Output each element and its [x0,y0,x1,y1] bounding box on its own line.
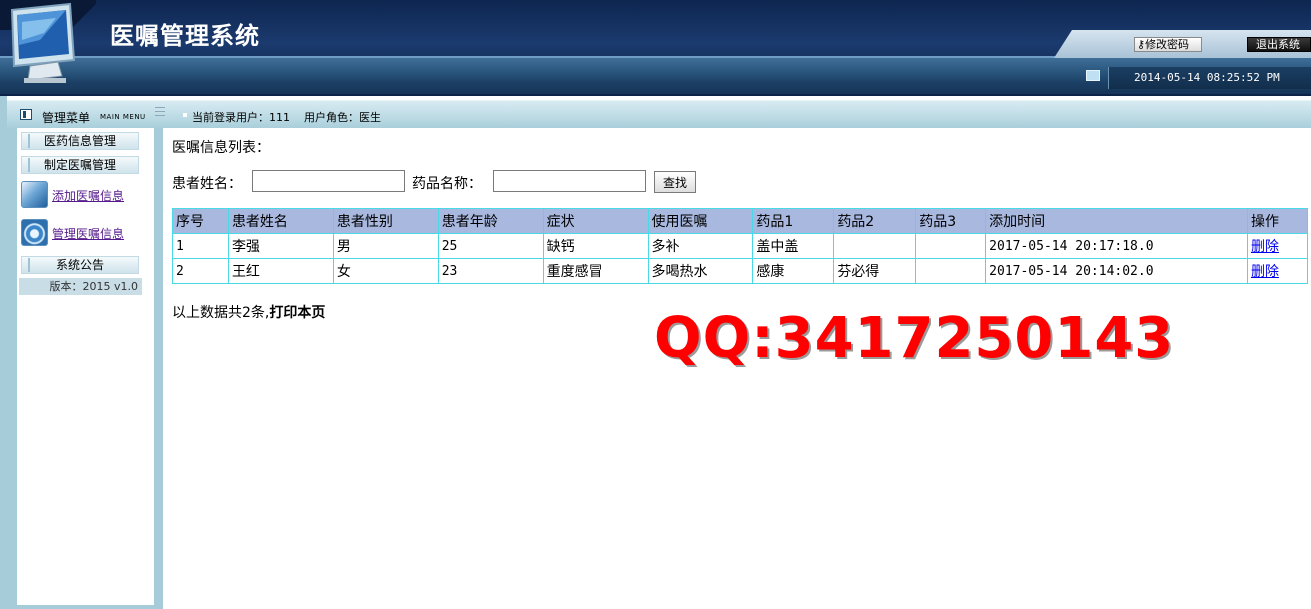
table-cell: 王红 [227,258,334,284]
page-title: 医嘱信息列表： [172,140,270,156]
delete-link[interactable]: 删除 [1251,239,1279,255]
delete-link[interactable]: 删除 [1251,264,1279,280]
table-cell: 李强 [227,233,334,259]
column-header: 药品3 [915,208,987,234]
table-cell: 删除 [1246,233,1309,259]
patient-name-label: 患者姓名： [172,176,242,192]
version-label: 版本：2015 v1.0 [19,278,142,295]
column-header: 序号 [172,208,229,234]
drug-name-input[interactable] [493,170,646,192]
monitor-icon [1086,70,1100,81]
bullet-icon [183,113,187,117]
sidebar-item-add-order[interactable]: 添加医嘱信息 [21,180,151,210]
record-count: 以上数据共2条,打印本页 [172,302,325,322]
change-password-label: 修改密码 [1145,38,1190,51]
sidebar-item-label[interactable]: 管理医嘱信息 [52,225,124,242]
record-count-text: 以上数据共2条, [172,305,270,321]
menu-toggle-grip-icon[interactable] [155,107,165,119]
table-row: 2 王红 女 23 重度感冒 多喝热水 感康 芬必得 2017-05-14 20… [172,258,1309,284]
column-header: 患者性别 [332,208,439,234]
user-info: 当前登录用户：111 用户角色：医生 [192,109,395,125]
sidebar-group-drug-info[interactable]: 医药信息管理 [21,132,139,150]
column-header: 药品2 [833,208,917,234]
sidebar-group-announcement[interactable]: 系统公告 [21,256,139,274]
main-content: 医嘱信息列表： 患者姓名： 药品名称： 查找 序号 患者姓名 患者性别 患者年龄… [164,128,1311,609]
table-cell: 多喝热水 [647,258,754,284]
table-cell: 1 [172,233,229,259]
watermark-text: QQ:3417250143 [654,306,1175,371]
table-cell: 重度感冒 [542,258,649,284]
key-icon: ⚷ [1137,38,1146,51]
column-header: 药品1 [752,208,835,234]
sidebar: 医药信息管理 制定医嘱管理 添加医嘱信息 管理医嘱信息 系统公告 版本：2015… [7,128,163,609]
column-header: 患者年龄 [437,208,544,234]
add-document-icon [21,181,48,208]
logout-button[interactable]: 退出系统 [1247,37,1311,52]
table-cell: 多补 [647,233,754,259]
patient-name-input[interactable] [252,170,405,192]
column-header: 症状 [542,208,649,234]
table-cell: 女 [332,258,439,284]
menu-panel-icon [20,109,32,120]
monitor-logo-icon [0,0,96,83]
current-user: 当前登录用户：111 [192,111,290,124]
order-table: 序号 患者姓名 患者性别 患者年龄 症状 使用医嘱 药品1 药品2 药品3 添加… [172,208,1309,284]
datetime-display: 2014-05-14 08:25:52 PM [1108,67,1311,89]
column-header: 操作 [1246,208,1309,234]
table-header-row: 序号 患者姓名 患者性别 患者年龄 症状 使用医嘱 药品1 药品2 药品3 添加… [172,208,1309,234]
change-password-button[interactable]: ⚷修改密码 [1134,37,1202,52]
sidebar-group-order-manage[interactable]: 制定医嘱管理 [21,156,139,174]
table-cell: 23 [437,258,544,284]
table-cell: 盖中盖 [752,233,835,259]
user-role: 用户角色：医生 [304,111,381,124]
table-cell [915,258,987,284]
table-cell [915,233,987,259]
app-title: 医嘱管理系统 [110,21,260,50]
table-cell: 感康 [752,258,835,284]
left-frame-border [0,96,7,609]
search-button[interactable]: 查找 [654,171,696,193]
column-header: 使用医嘱 [647,208,754,234]
table-cell: 2017-05-14 20:17:18.0 [985,233,1248,259]
table-cell: 2 [172,258,229,284]
sidebar-item-manage-order[interactable]: 管理医嘱信息 [21,218,151,248]
table-cell: 2017-05-14 20:14:02.0 [985,258,1248,284]
table-cell: 男 [332,233,439,259]
gear-icon [21,219,48,246]
column-header: 患者姓名 [227,208,334,234]
drug-name-label: 药品名称： [412,176,482,192]
sidebar-item-label[interactable]: 添加医嘱信息 [52,187,124,204]
menu-title: 管理菜单 [42,111,91,125]
table-cell: 缺钙 [542,233,649,259]
table-cell: 芬必得 [833,258,917,284]
app-header: 医嘱管理系统 ⚷修改密码 退出系统 2014-05-14 08:25:52 PM [0,0,1311,96]
menu-bar: 管理菜单 MAIN MENU 当前登录用户：111 用户角色：医生 [7,100,1311,128]
table-cell: 删除 [1246,258,1309,284]
column-header: 添加时间 [985,208,1248,234]
table-cell [833,233,917,259]
table-cell: 25 [437,233,544,259]
menu-subtitle: MAIN MENU [100,113,146,121]
print-page-link[interactable]: 打印本页 [269,305,325,321]
table-row: 1 李强 男 25 缺钙 多补 盖中盖 2017-05-14 20:17:18.… [172,233,1309,259]
